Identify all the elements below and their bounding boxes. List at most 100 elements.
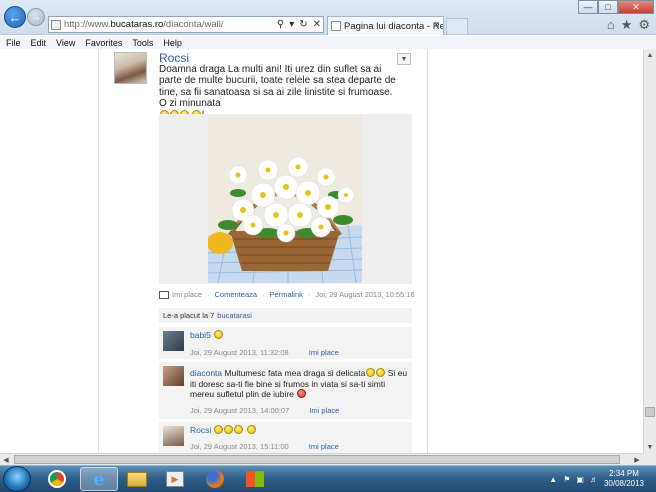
- comment-like-link[interactable]: Imi place: [309, 442, 339, 451]
- post-timestamp: Joi, 29 August 2013, 10:55:16: [315, 290, 415, 299]
- scroll-right-icon[interactable]: ▶: [631, 454, 643, 465]
- post-author-name[interactable]: Rocsi: [159, 51, 189, 65]
- post-permalink[interactable]: Permalink: [270, 290, 303, 299]
- arrow-right-icon: →: [31, 11, 41, 23]
- post-options-button[interactable]: ▼: [397, 53, 411, 65]
- chrome-icon: [48, 470, 66, 488]
- smiley-icon: [375, 368, 385, 377]
- like-icon: [159, 290, 169, 299]
- smiley-icon: [246, 425, 256, 434]
- network-icon[interactable]: ▣: [576, 475, 584, 484]
- taskbar-internet-explorer[interactable]: e: [80, 467, 118, 491]
- comment-item: babi5 Joi, 29 August 2013, 11:32:08 Imi …: [159, 326, 412, 359]
- refresh-icon[interactable]: ↻: [299, 19, 307, 30]
- menu-view[interactable]: View: [56, 38, 75, 48]
- start-button[interactable]: [3, 466, 31, 492]
- menu-favorites[interactable]: Favorites: [85, 38, 122, 48]
- smiley-icon: [213, 330, 223, 339]
- comment-avatar[interactable]: [163, 331, 184, 351]
- menu-tools[interactable]: Tools: [132, 38, 153, 48]
- taskbar-explorer[interactable]: [118, 467, 156, 491]
- browser-tab[interactable]: Pagina lui diaconta - Retete... ✕: [327, 16, 444, 35]
- folder-icon: [127, 471, 147, 487]
- comment-body: diaconta Multumesc fata mea draga si del…: [190, 368, 410, 400]
- comment-item: diaconta Multumesc fata mea draga si del…: [159, 361, 412, 419]
- likes-prefix: Le-a placut la 7: [163, 311, 215, 320]
- post-like-link[interactable]: Imi place: [172, 290, 202, 299]
- menu-help[interactable]: Help: [163, 38, 182, 48]
- home-icon[interactable]: ⌂: [607, 17, 615, 33]
- forward-button[interactable]: →: [27, 8, 45, 26]
- comment-text: Multumesc fata mea draga si delicata: [224, 368, 366, 378]
- comment-like-link[interactable]: Imi place: [309, 348, 339, 357]
- page-icon: [51, 19, 61, 30]
- windows-flag-icon: [246, 471, 264, 487]
- show-hidden-icons-icon[interactable]: ▲: [549, 475, 557, 484]
- action-center-flag-icon[interactable]: ⚑: [563, 475, 570, 484]
- post-message-text: Doamna draga La multi ani! Iti urez din …: [159, 64, 396, 110]
- firefox-icon: [206, 470, 224, 488]
- vertical-scrollbar[interactable]: ▲ ▼: [643, 49, 656, 453]
- comment-avatar[interactable]: [163, 366, 184, 386]
- maximize-icon[interactable]: □: [598, 0, 618, 14]
- menu-bar: File Edit View Favorites Tools Help: [0, 36, 656, 49]
- comment-author[interactable]: babi5: [190, 330, 211, 340]
- taskbar-media-player[interactable]: ▶: [156, 467, 194, 491]
- comment-meta: Joi, 29 August 2013, 11:32:08 Imi place: [190, 348, 339, 357]
- comment-author[interactable]: diaconta: [190, 368, 222, 378]
- taskbar-chrome[interactable]: [38, 467, 76, 491]
- gear-icon[interactable]: ⚙: [638, 17, 650, 33]
- tab-page-icon: [331, 21, 341, 31]
- clock-time: 2:34 PM: [609, 469, 639, 478]
- flower-basket-image[interactable]: [208, 115, 362, 283]
- internet-explorer-icon: e: [93, 468, 105, 490]
- tab-close-icon[interactable]: ✕: [432, 20, 440, 31]
- volume-icon[interactable]: ♬: [590, 475, 598, 484]
- taskbar-firefox[interactable]: [196, 467, 234, 491]
- new-tab-button[interactable]: [446, 18, 468, 34]
- window-controls: — □ ✕: [578, 0, 654, 14]
- comment-avatar[interactable]: [163, 426, 184, 446]
- dropdown-arrow-icon[interactable]: ▾: [289, 19, 294, 30]
- browser-titlebar: ← → http://www. bucataras.ro/diaconta/wal…: [0, 0, 656, 35]
- comment-item: Rocsi Joi, 29 August 2013, 15:11:00 Imi …: [159, 421, 412, 453]
- post-comment-link[interactable]: Comenteaza: [215, 290, 258, 299]
- post-image-frame: [159, 114, 412, 284]
- horizontal-scroll-thumb[interactable]: [14, 455, 620, 464]
- comment-meta: Joi, 29 August 2013, 15:11:00 Imi place: [190, 442, 339, 451]
- vertical-scroll-thumb[interactable]: [645, 407, 655, 417]
- scroll-down-icon[interactable]: ▼: [644, 441, 656, 453]
- browser-tools: ⌂ ★ ⚙: [607, 17, 650, 33]
- smiley-icon: [234, 425, 244, 434]
- likes-link[interactable]: bucatarasi: [217, 311, 252, 320]
- system-clock[interactable]: 2:34 PM 30/08/2013: [604, 469, 644, 489]
- minimize-icon[interactable]: —: [578, 0, 598, 14]
- url-domain: bucataras.ro: [110, 19, 164, 30]
- tab-title: Pagina lui diaconta - Retete...: [344, 20, 444, 32]
- address-bar[interactable]: http://www. bucataras.ro/diaconta/wall/ ⚲…: [48, 16, 324, 33]
- window-close-icon[interactable]: ✕: [618, 0, 654, 14]
- search-icon[interactable]: ⚲: [277, 19, 284, 30]
- close-icon[interactable]: ✕: [313, 19, 321, 30]
- horizontal-scrollbar[interactable]: ◀ ▶: [0, 453, 643, 465]
- system-tray: ▲ ⚑ ▣ ♬ 2:34 PM 30/08/2013: [549, 468, 644, 490]
- menu-file[interactable]: File: [6, 38, 21, 48]
- comment-like-link[interactable]: Imi place: [309, 406, 339, 415]
- comment-timestamp: Joi, 29 August 2013, 15:11:00: [190, 442, 289, 451]
- back-button[interactable]: ←: [4, 6, 26, 28]
- taskbar-windows-app[interactable]: [236, 467, 274, 491]
- scroll-left-icon[interactable]: ◀: [0, 454, 12, 465]
- comment-timestamp: Joi, 29 August 2013, 11:32:08: [190, 348, 289, 357]
- post-author-avatar[interactable]: [114, 52, 147, 84]
- comment-author[interactable]: Rocsi: [190, 425, 211, 435]
- chevron-down-icon: ▼: [400, 55, 408, 63]
- scroll-corner: [643, 453, 656, 465]
- taskbar: e ▶ ▲ ⚑ ▣ ♬ 2:34 PM 30/08/2013: [0, 465, 656, 492]
- url-prefix: http://www.: [64, 19, 111, 30]
- smiley-icon: [224, 425, 234, 434]
- menu-edit[interactable]: Edit: [31, 38, 47, 48]
- favorites-star-icon[interactable]: ★: [621, 17, 633, 33]
- scroll-up-icon[interactable]: ▲: [644, 49, 656, 61]
- arrow-left-icon: ←: [8, 9, 22, 25]
- post-message: Doamna draga La multi ani! Iti urez din …: [159, 64, 399, 121]
